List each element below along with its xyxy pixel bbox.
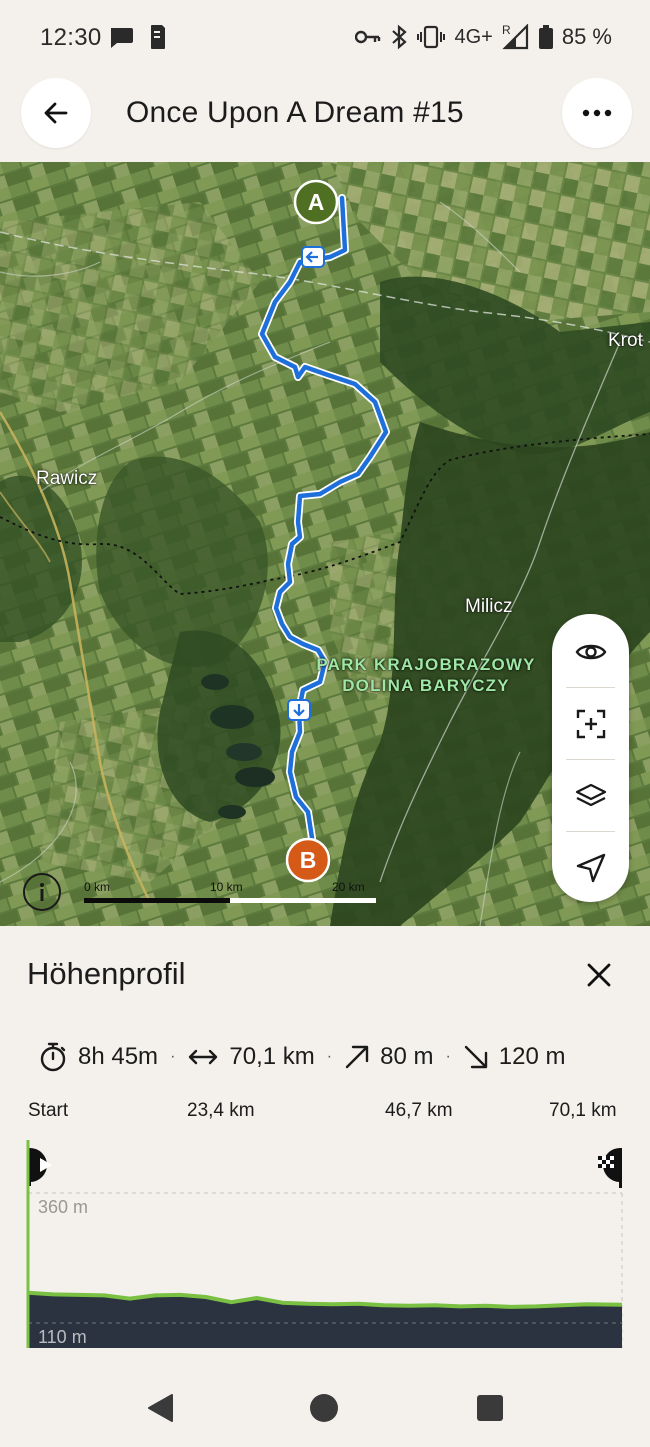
y-label-top: 360 m bbox=[38, 1197, 88, 1217]
distance-label-1: 23,4 km bbox=[187, 1100, 255, 1121]
back-button[interactable] bbox=[21, 78, 91, 148]
close-icon bbox=[587, 963, 611, 987]
battery-icon bbox=[538, 25, 553, 49]
start-flag-icon bbox=[28, 1148, 52, 1186]
close-button[interactable] bbox=[580, 956, 618, 994]
distance-stat: 70,1 km bbox=[187, 1043, 315, 1071]
status-bar: 12:30 4G+ R 85 % bbox=[0, 0, 650, 78]
distance-label-start: Start bbox=[28, 1100, 69, 1121]
duration-stat: 8h 45m bbox=[38, 1042, 158, 1072]
elevation-chart[interactable]: 360 m 110 m bbox=[0, 1140, 650, 1350]
key-icon bbox=[355, 30, 381, 44]
finish-flag-icon bbox=[598, 1148, 622, 1188]
layers-button[interactable] bbox=[552, 760, 629, 832]
bluetooth-icon bbox=[392, 24, 408, 50]
status-time: 12:30 bbox=[40, 24, 102, 51]
battery-percent: 85 % bbox=[561, 24, 612, 49]
distance-label-2: 46,7 km bbox=[385, 1100, 453, 1121]
map-view[interactable]: A B Rawicz Milicz Krot PARK KRAJOBRAZOWY… bbox=[0, 162, 650, 926]
back-triangle-icon bbox=[148, 1394, 173, 1422]
descent-stat: 120 m bbox=[463, 1043, 566, 1071]
descent-value: 120 m bbox=[498, 1043, 566, 1070]
nav-back-button[interactable] bbox=[140, 1388, 180, 1428]
home-circle-icon bbox=[310, 1394, 338, 1422]
more-horizontal-icon bbox=[582, 109, 612, 117]
ascent-stat: 80 m bbox=[344, 1043, 433, 1071]
navigate-icon bbox=[576, 853, 605, 883]
app-header: Once Upon A Dream #15 bbox=[0, 78, 650, 162]
vibrate-icon bbox=[417, 25, 446, 49]
recents-square-icon bbox=[477, 1395, 503, 1421]
y-label-bottom: 110 m bbox=[38, 1327, 87, 1347]
locate-button[interactable] bbox=[552, 832, 629, 904]
start-marker[interactable]: A bbox=[293, 179, 339, 225]
message-icon bbox=[111, 28, 133, 48]
info-icon bbox=[40, 883, 44, 901]
map-info-button[interactable] bbox=[23, 873, 61, 911]
ascent-value: 80 m bbox=[380, 1043, 434, 1070]
signal-icon: R bbox=[502, 24, 528, 50]
distance-label-end: 70,1 km bbox=[549, 1100, 617, 1121]
sim-icon bbox=[151, 25, 165, 49]
elevation-panel: Höhenprofil 8h 45m · 70,1 km · 80 m · 12… bbox=[0, 926, 650, 1366]
arrow-left-icon bbox=[44, 102, 68, 124]
elevation-area bbox=[28, 1292, 622, 1348]
add-waypoint-button[interactable] bbox=[552, 688, 629, 760]
park-label: PARK KRAJOBRAZOWY DOLINA BARYCZY bbox=[316, 655, 536, 695]
arrow-up-right-icon bbox=[345, 1045, 369, 1069]
svg-text:R: R bbox=[502, 24, 511, 37]
map-controls bbox=[552, 614, 629, 902]
duration-value: 8h 45m bbox=[78, 1043, 159, 1070]
place-label-krot: Krot bbox=[608, 330, 643, 351]
visibility-button[interactable] bbox=[552, 616, 629, 688]
direction-arrow-icon bbox=[301, 246, 325, 268]
direction-arrow-icon bbox=[287, 699, 311, 721]
svg-text:B: B bbox=[300, 847, 317, 873]
eye-icon bbox=[575, 644, 606, 660]
end-marker[interactable]: B bbox=[285, 837, 331, 883]
nav-recents-button[interactable] bbox=[470, 1388, 510, 1428]
arrow-down-right-icon bbox=[464, 1045, 487, 1069]
system-nav-bar bbox=[0, 1366, 650, 1447]
elevation-title: Höhenprofil bbox=[27, 956, 186, 991]
nav-home-button[interactable] bbox=[304, 1388, 344, 1428]
tour-stats: 8h 45m · 70,1 km · 80 m · 120 m bbox=[38, 1037, 565, 1077]
page-title: Once Upon A Dream #15 bbox=[126, 96, 464, 129]
distance-axis: Start 23,4 km 46,7 km 70,1 km bbox=[0, 1094, 650, 1146]
stopwatch-icon bbox=[40, 1042, 66, 1072]
scale-bar: 0 km 10 km 20 km bbox=[84, 880, 376, 910]
network-type: 4G+ bbox=[454, 25, 493, 48]
focus-add-icon bbox=[576, 709, 605, 739]
place-label-milicz: Milicz bbox=[465, 596, 513, 617]
distance-arrows-icon bbox=[189, 1049, 218, 1065]
place-label-rawicz: Rawicz bbox=[36, 468, 98, 489]
more-button[interactable] bbox=[562, 78, 632, 148]
distance-value: 70,1 km bbox=[229, 1043, 315, 1070]
svg-text:A: A bbox=[308, 189, 325, 215]
layers-icon bbox=[575, 783, 606, 807]
